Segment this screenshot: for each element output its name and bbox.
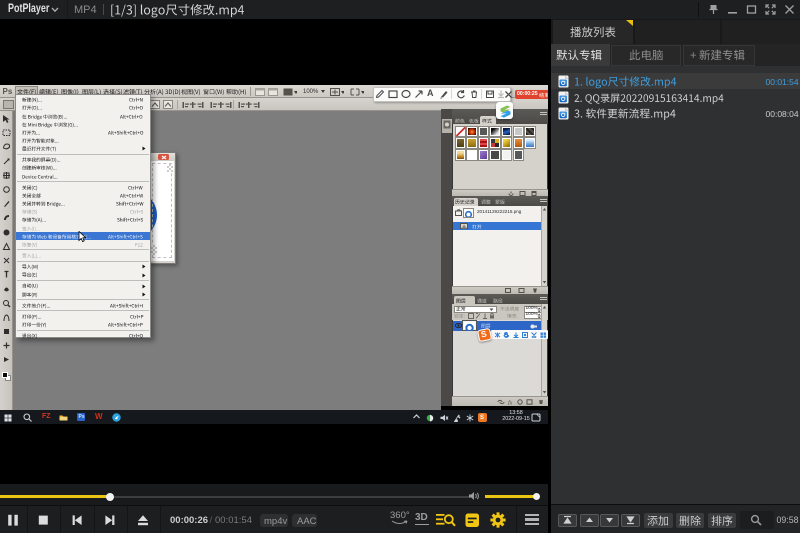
svg-text:fx: fx [508,399,513,405]
